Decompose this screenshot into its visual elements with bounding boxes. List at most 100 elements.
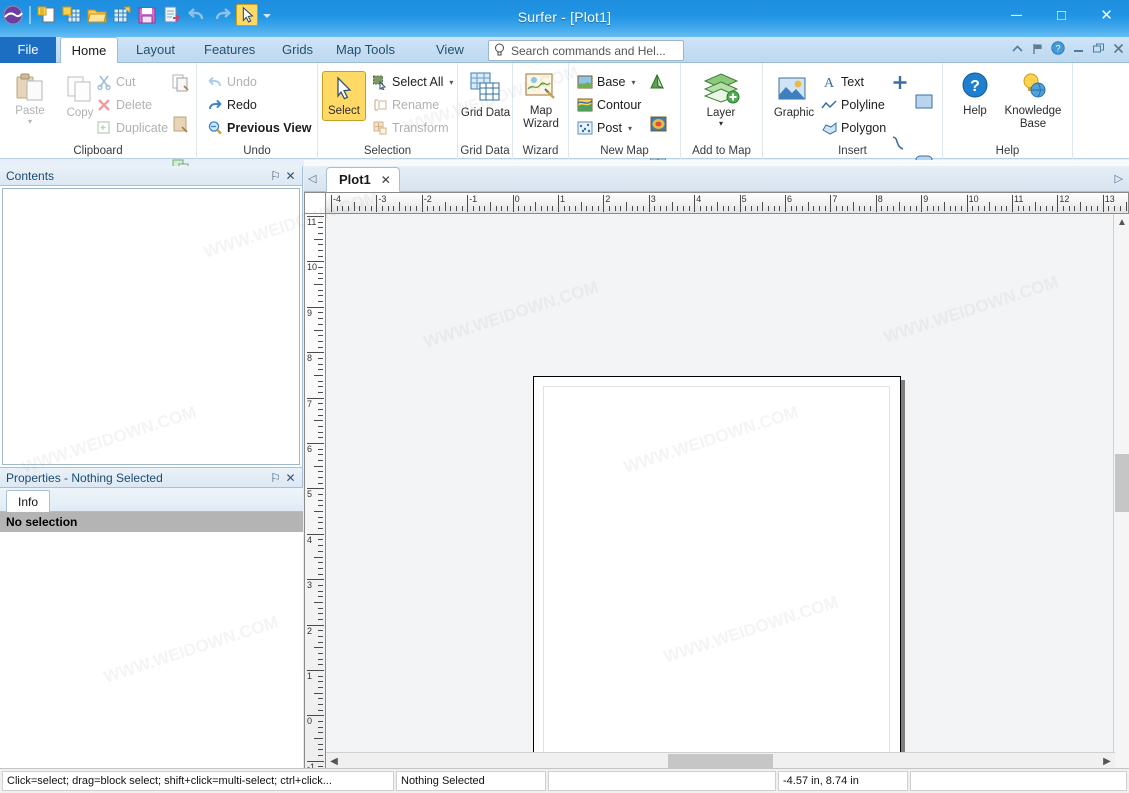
flag-icon[interactable] — [1031, 42, 1044, 58]
knowledge-base-button[interactable]: Knowledge Base — [997, 71, 1069, 131]
select-all-button[interactable]: Select All ▾ — [372, 74, 453, 90]
scroll-right-button[interactable]: ▶ — [1099, 753, 1115, 769]
layer-button[interactable]: Layer ▾ — [695, 71, 747, 128]
collapse-ribbon-icon[interactable] — [1011, 42, 1024, 58]
search-box[interactable]: Search commands and Hel... — [488, 40, 684, 61]
help-button[interactable]: ? Help — [949, 71, 1001, 118]
grid-data-button[interactable]: Grid Data — [459, 71, 512, 120]
restore-down-icon[interactable] — [1072, 42, 1085, 58]
rename-button[interactable]: Rename — [372, 97, 439, 113]
tab-features[interactable]: Features — [192, 37, 267, 63]
lightbulb-icon — [494, 43, 505, 59]
group-title-help: Help — [943, 145, 1072, 157]
restore-window-icon[interactable] — [1092, 42, 1105, 58]
base-map-button[interactable]: Base ▾ — [577, 74, 636, 90]
undo-label: Undo — [227, 75, 257, 89]
properties-pin-button[interactable]: ⚐ — [268, 471, 283, 485]
ruler-minor-tick — [779, 206, 780, 211]
redo-button[interactable]: Redo — [207, 97, 257, 113]
close-button[interactable]: ✕ — [1084, 0, 1129, 30]
text-button[interactable]: A Text — [821, 74, 864, 90]
rectangle-shape-icon[interactable] — [914, 92, 934, 111]
tab-scroll-right-button[interactable]: ▷ — [1115, 172, 1123, 185]
tab-layout[interactable]: Layout — [124, 37, 187, 63]
close-document-icon[interactable] — [1112, 42, 1125, 58]
horizontal-scrollbar[interactable]: ◀ ▶ — [326, 752, 1115, 768]
scroll-left-button[interactable]: ◀ — [326, 753, 342, 769]
plus-shape-icon[interactable] — [890, 73, 910, 92]
paste-button[interactable]: Paste ▾ — [4, 71, 56, 126]
paste-format-icon[interactable] — [171, 115, 191, 134]
post-map-button[interactable]: Post ▾ — [577, 120, 632, 136]
cut-button[interactable]: Cut — [96, 74, 135, 90]
ruler-minor-tick — [700, 206, 701, 211]
document-tab-close-icon[interactable]: ✕ — [381, 173, 391, 187]
tab-grids[interactable]: Grids — [270, 37, 325, 63]
base-map-caret[interactable]: ▾ — [632, 78, 636, 87]
tab-map-tools[interactable]: Map Tools — [324, 37, 407, 63]
properties-tabstrip: Info — [0, 488, 303, 512]
polyline-button[interactable]: Polyline — [821, 97, 885, 113]
minimize-button[interactable]: ─ — [994, 0, 1039, 30]
ruler-minor-tick — [916, 206, 917, 211]
ruler-minor-tick — [881, 206, 882, 211]
document-tab-plot1[interactable]: Plot1 ✕ — [326, 167, 400, 192]
map-wizard-button[interactable]: Map Wizard — [515, 71, 567, 131]
vertical-ruler[interactable]: 11109876543210-1 — [304, 214, 326, 793]
ruler-minor-tick — [314, 602, 323, 603]
ribbon-panel: Paste ▾ Copy Cut — [0, 63, 1129, 159]
ruler-corner-box[interactable] — [304, 192, 326, 214]
tab-info[interactable]: Info — [6, 490, 50, 512]
layer-caret[interactable]: ▾ — [695, 120, 747, 128]
contents-pin-button[interactable]: ⚐ — [268, 169, 283, 183]
ruler-minor-tick — [620, 206, 621, 211]
properties-close-button[interactable]: ✕ — [283, 471, 298, 485]
post-map-caret[interactable]: ▾ — [628, 124, 632, 133]
tab-home[interactable]: Home — [60, 37, 118, 64]
tab-view[interactable]: View — [424, 37, 476, 63]
status-hint: Click=select; drag=block select; shift+c… — [2, 771, 394, 791]
ruler-minor-tick — [666, 206, 667, 211]
polyline-icon — [821, 97, 837, 113]
contents-tree[interactable] — [2, 188, 300, 465]
vertical-scroll-thumb[interactable] — [1115, 454, 1129, 512]
contour-map-button[interactable]: Contour — [577, 97, 641, 113]
polygon-button[interactable]: Polygon — [821, 120, 886, 136]
tab-scroll-left-button[interactable]: ◁ — [308, 172, 316, 185]
copy-format-icon[interactable] — [171, 73, 191, 92]
duplicate-button[interactable]: Duplicate — [96, 120, 168, 136]
transform-button[interactable]: Transform — [372, 120, 449, 136]
horizontal-ruler[interactable]: -4-3-2-1012345678910111213 — [326, 192, 1129, 214]
vertical-scrollbar[interactable]: ▲ ▼ — [1113, 214, 1129, 793]
contents-close-button[interactable]: ✕ — [283, 169, 298, 183]
plot-canvas[interactable] — [326, 214, 1115, 793]
undo-button[interactable]: Undo — [207, 74, 257, 90]
page-sheet[interactable] — [533, 376, 901, 793]
contents-panel-header: Contents ⚐ ✕ — [0, 166, 302, 186]
select-button[interactable]: Select — [322, 71, 366, 121]
ruler-minor-tick — [318, 551, 323, 552]
ruler-minor-tick — [859, 206, 860, 211]
previous-view-button[interactable]: Previous View — [207, 120, 312, 136]
help-icon[interactable]: ? — [1051, 41, 1065, 58]
maximize-button[interactable]: □ — [1039, 0, 1084, 30]
select-all-caret[interactable]: ▾ — [449, 78, 453, 87]
graphic-button[interactable]: Graphic — [765, 75, 823, 120]
3d-surface-icon[interactable] — [649, 73, 669, 92]
contents-panel: Contents ⚐ ✕ — [0, 166, 303, 468]
ruler-minor-tick — [819, 206, 820, 211]
ruler-minor-tick — [433, 206, 434, 211]
horizontal-scroll-thumb[interactable] — [668, 754, 773, 768]
ruler-minor-tick — [1018, 206, 1019, 211]
base-map-icon — [577, 74, 593, 90]
scroll-up-button[interactable]: ▲ — [1114, 214, 1129, 230]
delete-button[interactable]: Delete — [96, 97, 152, 113]
paste-caret[interactable]: ▾ — [4, 118, 56, 126]
color-relief-icon[interactable] — [649, 115, 669, 134]
ruler-minor-tick — [318, 732, 323, 733]
previous-view-label: Previous View — [227, 121, 312, 135]
contents-title: Contents — [6, 169, 268, 183]
ruler-minor-tick — [318, 698, 323, 699]
tab-file[interactable]: File — [0, 37, 56, 63]
properties-content — [0, 532, 303, 768]
